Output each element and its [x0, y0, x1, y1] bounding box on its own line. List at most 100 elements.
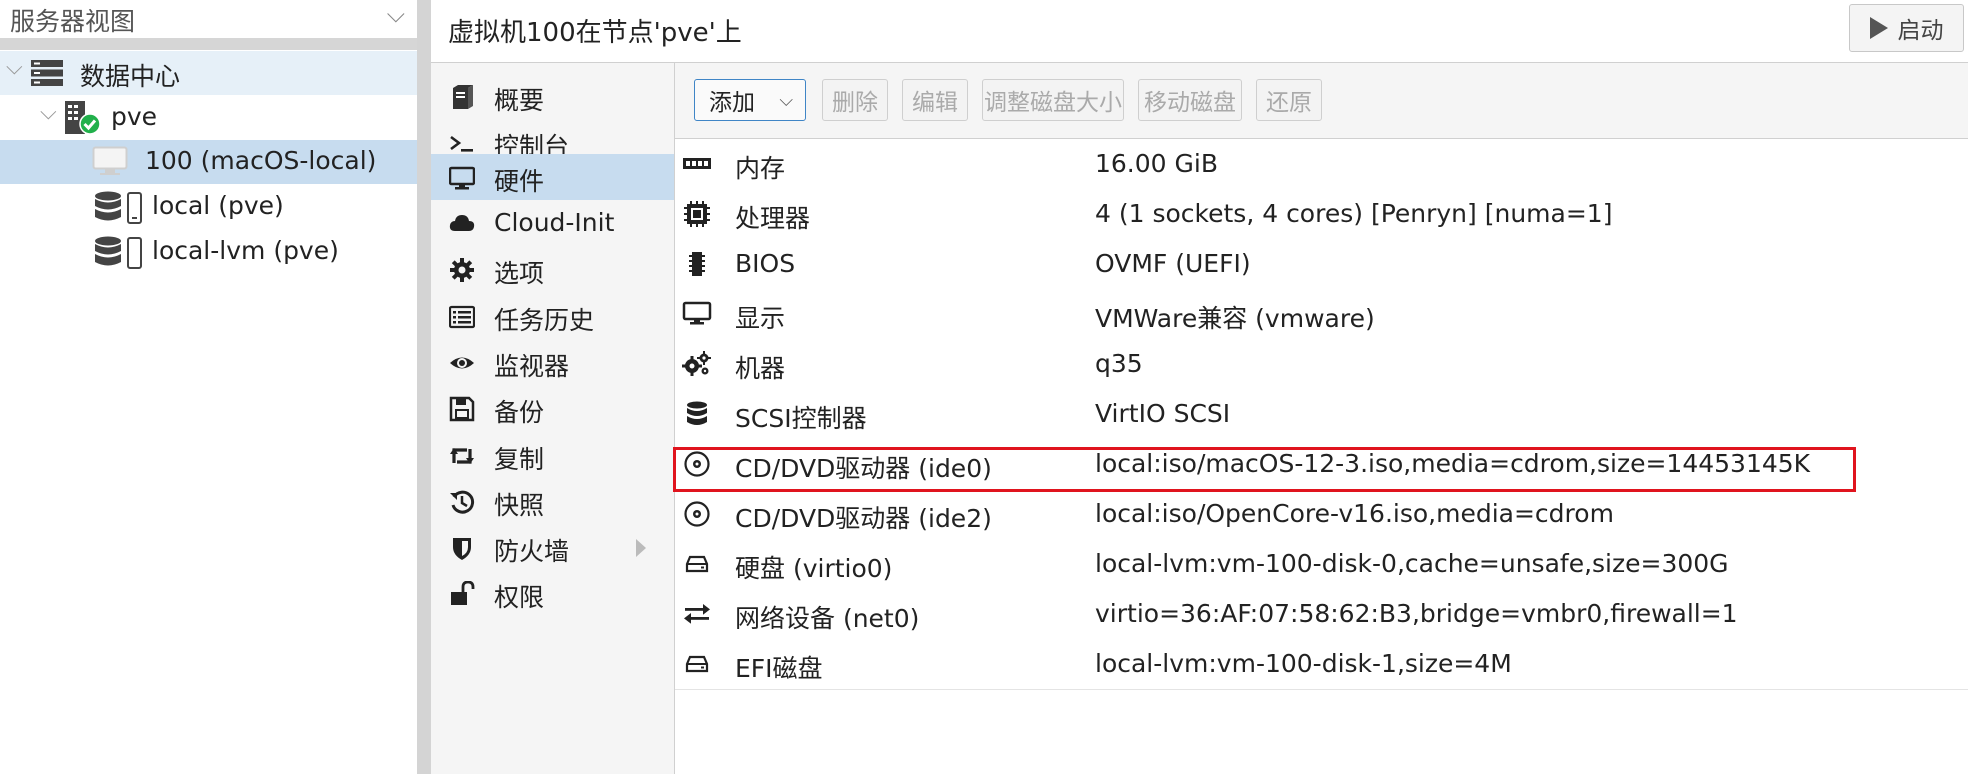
tree-item-datacenter[interactable]: ⌵ 数据中心	[0, 51, 417, 95]
hardware-name: 显示	[735, 304, 786, 333]
nav-item-label: 概要	[494, 86, 545, 115]
hardware-name: 处理器	[735, 204, 811, 233]
nav-item-replication[interactable]: 复制	[431, 432, 674, 478]
hardware-toolbar: 添加 ⌵ 删除 编辑 调整磁盘大小 移动磁盘 还原	[675, 63, 1968, 139]
hardware-value: VMWare兼容 (vmware)	[1095, 304, 1375, 333]
hardware-row-scsi[interactable]: SCSI控制器 VirtIO SCSI	[675, 389, 1968, 440]
tree-item-node-pve[interactable]: ⌵ pve	[0, 96, 417, 140]
nav-item-label: 备份	[494, 398, 545, 427]
hardware-row-disk-virtio0[interactable]: 硬盘 (virtio0) local-lvm:vm-100-disk-0,cac…	[675, 539, 1968, 590]
hardware-row-bios[interactable]: BIOS OVMF (UEFI)	[675, 239, 1968, 290]
microchip-icon	[689, 252, 705, 276]
terminal-icon	[450, 135, 473, 152]
start-button[interactable]: 启动	[1849, 4, 1964, 52]
shield-icon	[453, 538, 471, 560]
tree-toggle-icon[interactable]: ⌵	[6, 55, 23, 80]
server-stack-icon	[31, 60, 63, 86]
nav-item-backup[interactable]: 备份	[431, 385, 674, 431]
tree-item-label: pve	[111, 102, 158, 131]
revert-button[interactable]: 还原	[1256, 79, 1322, 121]
floppy-icon	[449, 396, 475, 422]
hardware-name: 机器	[735, 354, 786, 383]
gear-icon	[450, 258, 474, 282]
nav-item-label: 防火墙	[494, 537, 570, 566]
nav-item-options[interactable]: 选项	[431, 246, 674, 292]
tree-item-vm-100[interactable]: 100 (macOS-local)	[0, 140, 417, 184]
monitor-icon	[449, 166, 475, 190]
hardware-name: 网络设备 (net0)	[735, 604, 920, 633]
play-icon	[1869, 17, 1888, 39]
tree-item-label: 100 (macOS-local)	[145, 146, 377, 175]
tree-item-label: local-lvm (pve)	[152, 236, 339, 265]
hardware-name: 硬盘 (virtio0)	[735, 554, 893, 583]
nav-item-label: 监视器	[494, 352, 570, 381]
node-online-icon	[65, 101, 101, 135]
tree-item-label: local (pve)	[152, 191, 284, 220]
nav-item-label: 硬件	[494, 167, 545, 196]
unlock-icon	[451, 581, 475, 605]
delete-button-label: 删除	[832, 90, 878, 116]
hardware-value: 16.00 GiB	[1095, 149, 1218, 178]
gears-icon	[682, 351, 711, 376]
hardware-name: BIOS	[735, 249, 796, 278]
hardware-name: 内存	[735, 154, 786, 183]
hardware-row-efidisk[interactable]: EFI磁盘 local-lvm:vm-100-disk-1,size=4M	[675, 639, 1968, 690]
resize-disk-button-label: 调整磁盘大小	[984, 90, 1122, 116]
retweet-icon	[450, 448, 474, 464]
tree-toggle-icon[interactable]: ⌵	[40, 100, 57, 125]
hardware-row-cdrom-ide2[interactable]: CD/DVD驱动器 (ide2) local:iso/OpenCore-v16.…	[675, 489, 1968, 540]
add-button[interactable]: 添加 ⌵	[694, 79, 806, 121]
nav-item-summary[interactable]: 概要	[431, 73, 674, 119]
nav-item-permissions[interactable]: 权限	[431, 570, 674, 616]
hardware-row-display[interactable]: 显示 VMWare兼容 (vmware)	[675, 289, 1968, 340]
expand-arrow-icon[interactable]	[636, 539, 646, 557]
chevron-down-icon[interactable]: ⌵	[387, 0, 405, 28]
hardware-value: VirtIO SCSI	[1095, 399, 1231, 428]
panel-splitter[interactable]	[417, 0, 431, 774]
hardware-value: q35	[1095, 349, 1143, 378]
nav-item-label: 复制	[494, 445, 545, 474]
hardware-row-net0[interactable]: 网络设备 (net0) virtio=36:AF:07:58:62:B3,bri…	[675, 589, 1968, 640]
resize-disk-button[interactable]: 调整磁盘大小	[982, 79, 1124, 121]
nav-item-cloud-init[interactable]: Cloud-Init	[431, 200, 674, 246]
tree-item-label: 数据中心	[80, 62, 181, 91]
edit-button[interactable]: 编辑	[902, 79, 968, 121]
hardware-name: CD/DVD驱动器 (ide2)	[735, 504, 992, 533]
nav-item-monitor[interactable]: 监视器	[431, 339, 674, 385]
nav-item-firewall[interactable]: 防火墙	[431, 524, 674, 570]
display-icon	[682, 301, 712, 325]
cloud-icon	[449, 215, 475, 231]
hardware-name: SCSI控制器	[735, 404, 867, 433]
nav-item-task-history[interactable]: 任务历史	[431, 293, 674, 339]
hardware-row-cpu[interactable]: 处理器 4 (1 sockets, 4 cores) [Penryn] [num…	[675, 189, 1968, 240]
move-disk-button[interactable]: 移动磁盘	[1138, 79, 1242, 121]
nav-item-label: 选项	[494, 259, 545, 288]
divider	[0, 38, 417, 50]
hardware-value: local:iso/OpenCore-v16.iso,media=cdrom	[1095, 499, 1614, 528]
nav-item-hardware[interactable]: 硬件	[431, 154, 674, 200]
tree-item-storage-local[interactable]: local (pve)	[0, 185, 417, 229]
view-selector[interactable]: 服务器视图 ⌵	[0, 0, 417, 36]
hardware-row-machine[interactable]: 机器 q35	[675, 339, 1968, 390]
tree-item-storage-local-lvm[interactable]: local-lvm (pve)	[0, 230, 417, 274]
history-icon	[450, 490, 475, 514]
cdrom-icon	[684, 501, 710, 527]
nav-item-label: 任务历史	[494, 306, 595, 335]
hardware-row-memory[interactable]: 内存 16.00 GiB	[675, 139, 1968, 190]
add-button-label: 添加	[709, 90, 755, 116]
memory-icon	[683, 158, 711, 169]
hdd-icon	[685, 555, 709, 573]
delete-button[interactable]: 删除	[822, 79, 888, 121]
hardware-value: local-lvm:vm-100-disk-1,size=4M	[1095, 649, 1512, 678]
storage-icon	[95, 191, 142, 224]
resource-tree: 服务器视图 ⌵ ⌵ 数据中心 ⌵ pve 100 (macOS-local) l…	[0, 0, 417, 774]
start-button-label: 启动	[1897, 18, 1944, 44]
hdd-icon	[685, 655, 709, 673]
storage-icon	[95, 236, 142, 269]
vm-monitor-icon	[92, 146, 128, 175]
list-icon	[449, 305, 475, 329]
hardware-value: OVMF (UEFI)	[1095, 249, 1251, 278]
vm-config-nav: 概要 控制台 硬件 Cloud-Init 选项 任务历史 监视器 备份 复制 快…	[431, 63, 675, 774]
move-disk-button-label: 移动磁盘	[1144, 90, 1236, 116]
nav-item-snapshots[interactable]: 快照	[431, 478, 674, 524]
